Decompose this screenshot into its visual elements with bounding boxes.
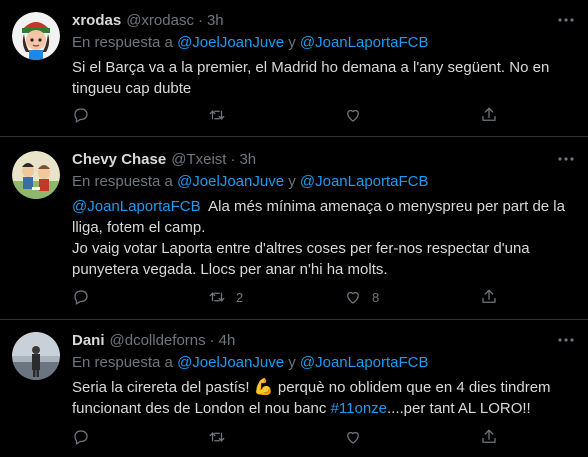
tweet-text: Si el Barça va a la premier, el Madrid h…	[72, 57, 576, 99]
retweet-icon	[209, 291, 225, 303]
user-handle[interactable]: @dcolldeforns	[110, 332, 206, 349]
reply-prefix: En respuesta a	[72, 354, 173, 371]
tweet-text-content: Seria la cirereta del pastís!	[72, 379, 250, 396]
retweet-button[interactable]	[208, 106, 236, 124]
heart-icon	[347, 109, 359, 122]
tweet[interactable]: Chevy Chase @Txeist · 3h En respuesta a …	[0, 137, 588, 320]
reply-context: En respuesta a @JoelJoanJuve y @JoanLapo…	[72, 33, 576, 53]
heart-icon	[347, 291, 359, 304]
retweet-icon	[209, 431, 225, 443]
tweet-text: Seria la cirereta del pastís! 💪 perquè n…	[72, 377, 576, 419]
mention-link[interactable]: @JoanLaportaFCB	[300, 173, 429, 190]
retweet-count: 2	[236, 289, 244, 305]
display-name[interactable]: Dani	[72, 332, 105, 349]
display-name[interactable]: xrodas	[72, 12, 121, 29]
more-icon[interactable]	[556, 149, 576, 169]
reply-context: En respuesta a @JoelJoanJuve y @JoanLapo…	[72, 172, 576, 192]
flexed-biceps-emoji: 💪	[253, 379, 274, 396]
tweet-header: Dani @dcolldeforns · 4h	[72, 330, 576, 350]
avatar[interactable]	[12, 12, 60, 60]
retweet-icon	[209, 109, 225, 121]
display-name[interactable]: Chevy Chase	[72, 151, 166, 168]
separator: ·	[197, 11, 203, 29]
share-button[interactable]	[480, 428, 498, 446]
like-button[interactable]: 8	[344, 288, 379, 306]
timestamp[interactable]: 4h	[219, 332, 236, 349]
mention-link[interactable]: @JoelJoanJuve	[177, 173, 284, 190]
share-button[interactable]	[480, 288, 498, 306]
avatar[interactable]	[12, 332, 60, 380]
mention-link[interactable]: @JoanLaportaFCB	[300, 34, 429, 51]
reply-icon	[74, 430, 88, 445]
reply-and: y	[288, 34, 296, 51]
tweet-actions	[72, 106, 502, 126]
timestamp[interactable]: 3h	[207, 12, 224, 29]
share-icon	[482, 289, 496, 303]
separator: ·	[209, 331, 215, 349]
tweet-text: @JoanLaportaFCB Ala més mínima amenaça o…	[72, 196, 576, 280]
mention-link[interactable]: @JoanLaportaFCB	[300, 354, 429, 371]
reply-icon	[74, 108, 88, 123]
reply-icon	[74, 290, 88, 305]
reply-prefix: En respuesta a	[72, 34, 173, 51]
tweet-actions	[72, 428, 502, 448]
reply-prefix: En respuesta a	[72, 173, 173, 190]
tweet[interactable]: xrodas @xrodasc · 3h En respuesta a @Joe…	[0, 0, 588, 137]
like-count: 8	[372, 289, 380, 305]
tweet-text-content: Jo vaig votar Laporta entre d'altres cos…	[72, 240, 530, 278]
tweet-actions: 2 8	[72, 288, 502, 308]
tweet-header: Chevy Chase @Txeist · 3h	[72, 149, 576, 169]
mention-link[interactable]: @JoelJoanJuve	[177, 34, 284, 51]
tweet-text-content: ....per tant AL LORO!!	[387, 400, 531, 417]
like-button[interactable]	[344, 428, 372, 446]
retweet-button[interactable]	[208, 428, 236, 446]
user-handle[interactable]: @Txeist	[171, 151, 226, 168]
share-icon	[482, 429, 496, 443]
reply-button[interactable]	[72, 428, 90, 446]
separator: ·	[230, 150, 236, 168]
tweet[interactable]: Dani @dcolldeforns · 4h En respuesta a @…	[0, 320, 588, 457]
reply-and: y	[288, 354, 296, 371]
share-icon	[482, 107, 496, 121]
mention-link[interactable]: @JoanLaportaFCB	[72, 198, 201, 215]
user-handle[interactable]: @xrodasc	[126, 12, 194, 29]
mention-link[interactable]: @JoelJoanJuve	[177, 354, 284, 371]
retweet-button[interactable]: 2	[208, 288, 243, 306]
timestamp[interactable]: 3h	[239, 151, 256, 168]
hashtag-link[interactable]: #11onze	[331, 400, 387, 417]
tweet-text-content: Si el Barça va a la premier, el Madrid h…	[72, 59, 550, 97]
share-button[interactable]	[480, 106, 498, 124]
like-button[interactable]	[344, 106, 372, 124]
tweet-header: xrodas @xrodasc · 3h	[72, 10, 576, 30]
more-icon[interactable]	[556, 330, 576, 350]
avatar[interactable]	[12, 151, 60, 199]
more-icon[interactable]	[556, 10, 576, 30]
reply-and: y	[288, 173, 296, 190]
reply-context: En respuesta a @JoelJoanJuve y @JoanLapo…	[72, 353, 576, 373]
reply-button[interactable]	[72, 106, 90, 124]
reply-button[interactable]	[72, 288, 90, 306]
heart-icon	[347, 431, 359, 444]
